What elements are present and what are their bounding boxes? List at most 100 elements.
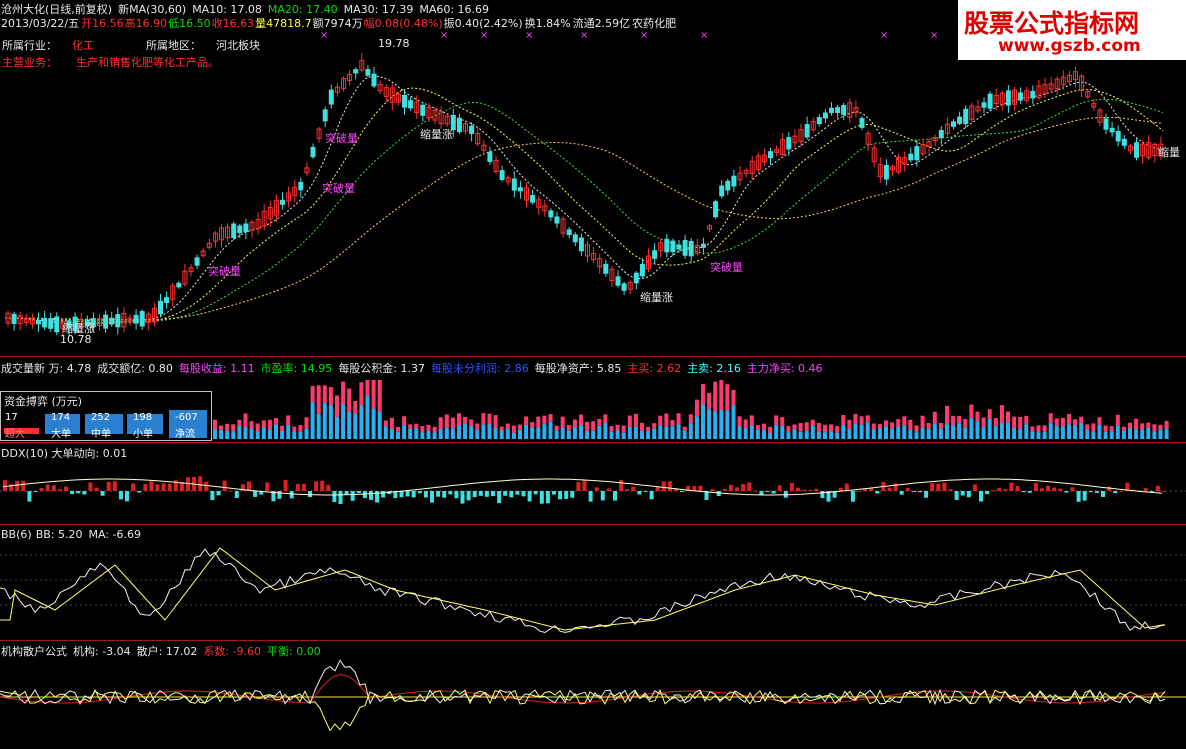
ddx-bar [844, 483, 849, 491]
candle-body [54, 316, 60, 333]
candle-body [719, 185, 725, 197]
volume-bar-down [444, 427, 449, 439]
volume-bar-down [255, 431, 260, 439]
volume-bar-down [542, 424, 547, 439]
volume-bar-down [432, 432, 437, 439]
ddx-bar [204, 481, 209, 491]
volume-bar-down [579, 425, 583, 439]
ddx-bar [289, 491, 294, 499]
volume-bar-down [963, 427, 968, 439]
volume-bar-up [347, 388, 352, 412]
volume-bar-up [499, 426, 504, 431]
volume-bar-up [749, 415, 754, 426]
annotation-label: 突破量 [325, 132, 358, 145]
ddx-bar [808, 489, 813, 491]
volume-bar-up [743, 419, 748, 429]
volume-bar-up [1048, 413, 1053, 424]
candle-body [499, 170, 505, 181]
candle-body [987, 93, 993, 109]
volume-bar-up [676, 413, 681, 425]
ddx-bar [423, 491, 428, 498]
volume-bar-down [286, 424, 291, 439]
ddx-bar [186, 477, 190, 491]
volume-bar-down [261, 427, 266, 439]
ddx-bar [667, 481, 672, 491]
ddx-bar [82, 491, 87, 495]
volume-bar-down [322, 403, 327, 439]
volume-bar-up [560, 416, 565, 428]
candle-body [176, 282, 182, 288]
volume-bar-down [932, 423, 937, 439]
float-cap-value: 流通2.59亿 [572, 17, 631, 30]
volume-bar-down [914, 432, 919, 439]
volume-bar-up [383, 420, 388, 427]
inst-coef-line [0, 674, 1166, 704]
volume-bar-down [1042, 431, 1047, 439]
volume-bar-up [908, 419, 913, 431]
volume-bar-up [1115, 414, 1120, 426]
fund-value: -607 [175, 412, 198, 423]
volume-bar-down [328, 405, 333, 439]
ddx-bar [454, 491, 459, 499]
volume-bar-down [298, 431, 303, 439]
volume-bar-down [524, 424, 529, 439]
ddx-bar [1143, 488, 1148, 491]
volume-bar-up [884, 420, 888, 427]
ddx-bar [741, 484, 746, 491]
volume-bar-up [1030, 426, 1035, 432]
ddx-chart[interactable] [0, 460, 1186, 522]
volume-bar-up [835, 426, 840, 433]
candle-body [804, 124, 810, 138]
ddx-bar [210, 491, 215, 501]
candle-body [829, 107, 834, 114]
volume-bar-down [1060, 426, 1065, 439]
volume-bar-up [993, 418, 998, 427]
ddx-bar [308, 491, 312, 498]
ddx-bar [332, 491, 337, 503]
volume-bar-down [1030, 431, 1035, 439]
volume-bar-down [1128, 428, 1132, 439]
candle-body [231, 223, 237, 239]
ddx-bar [118, 491, 123, 500]
volume-bar-up [1097, 417, 1102, 425]
volume-bar-up [518, 424, 522, 430]
ddx-bar [979, 491, 983, 502]
candle-body [158, 300, 163, 315]
volume-bar-down [267, 429, 272, 439]
bb-chart[interactable] [0, 540, 1186, 640]
ddx-bar [399, 491, 404, 498]
volume-bar-up [219, 425, 224, 431]
volume-bar-down [505, 429, 510, 439]
candle-body [298, 181, 304, 191]
ddx-bar [552, 491, 556, 495]
volume-bar-down [658, 425, 663, 439]
annotation-label: 缩量 [1158, 146, 1180, 159]
eps-value: 每股收益: 1.11 [178, 362, 255, 375]
ddx-bar [759, 491, 764, 495]
ddx-bar [478, 491, 483, 496]
volume-bar-down [469, 426, 474, 439]
inst-chart[interactable] [0, 655, 1186, 749]
annotation-label: 突破量 [710, 261, 743, 274]
candle-body [670, 240, 676, 253]
ddx-bar [442, 491, 447, 498]
ddx-bar [460, 491, 465, 504]
price-chart[interactable]: × × × × × × × × × [0, 30, 1186, 355]
ddx-bar [948, 489, 953, 491]
volume-bar-down [1012, 427, 1017, 439]
volume-bar-up [463, 416, 468, 425]
candle-body [237, 225, 243, 234]
pe-value: 市盈率: 14.95 [260, 362, 333, 375]
volume-bar-down [621, 432, 626, 439]
ddx-bar [631, 486, 636, 491]
signal-marker: × [700, 30, 708, 41]
ddx-bar [301, 483, 306, 491]
candle-body [36, 319, 41, 325]
fund-label: 超大 [5, 429, 25, 440]
ddx-bar [112, 481, 117, 491]
volume-bar-up [652, 423, 657, 429]
candle-body [487, 151, 493, 162]
volume-bar-down [1121, 430, 1126, 439]
ddx-bar [1070, 487, 1075, 491]
volume-bar-up [267, 419, 272, 430]
